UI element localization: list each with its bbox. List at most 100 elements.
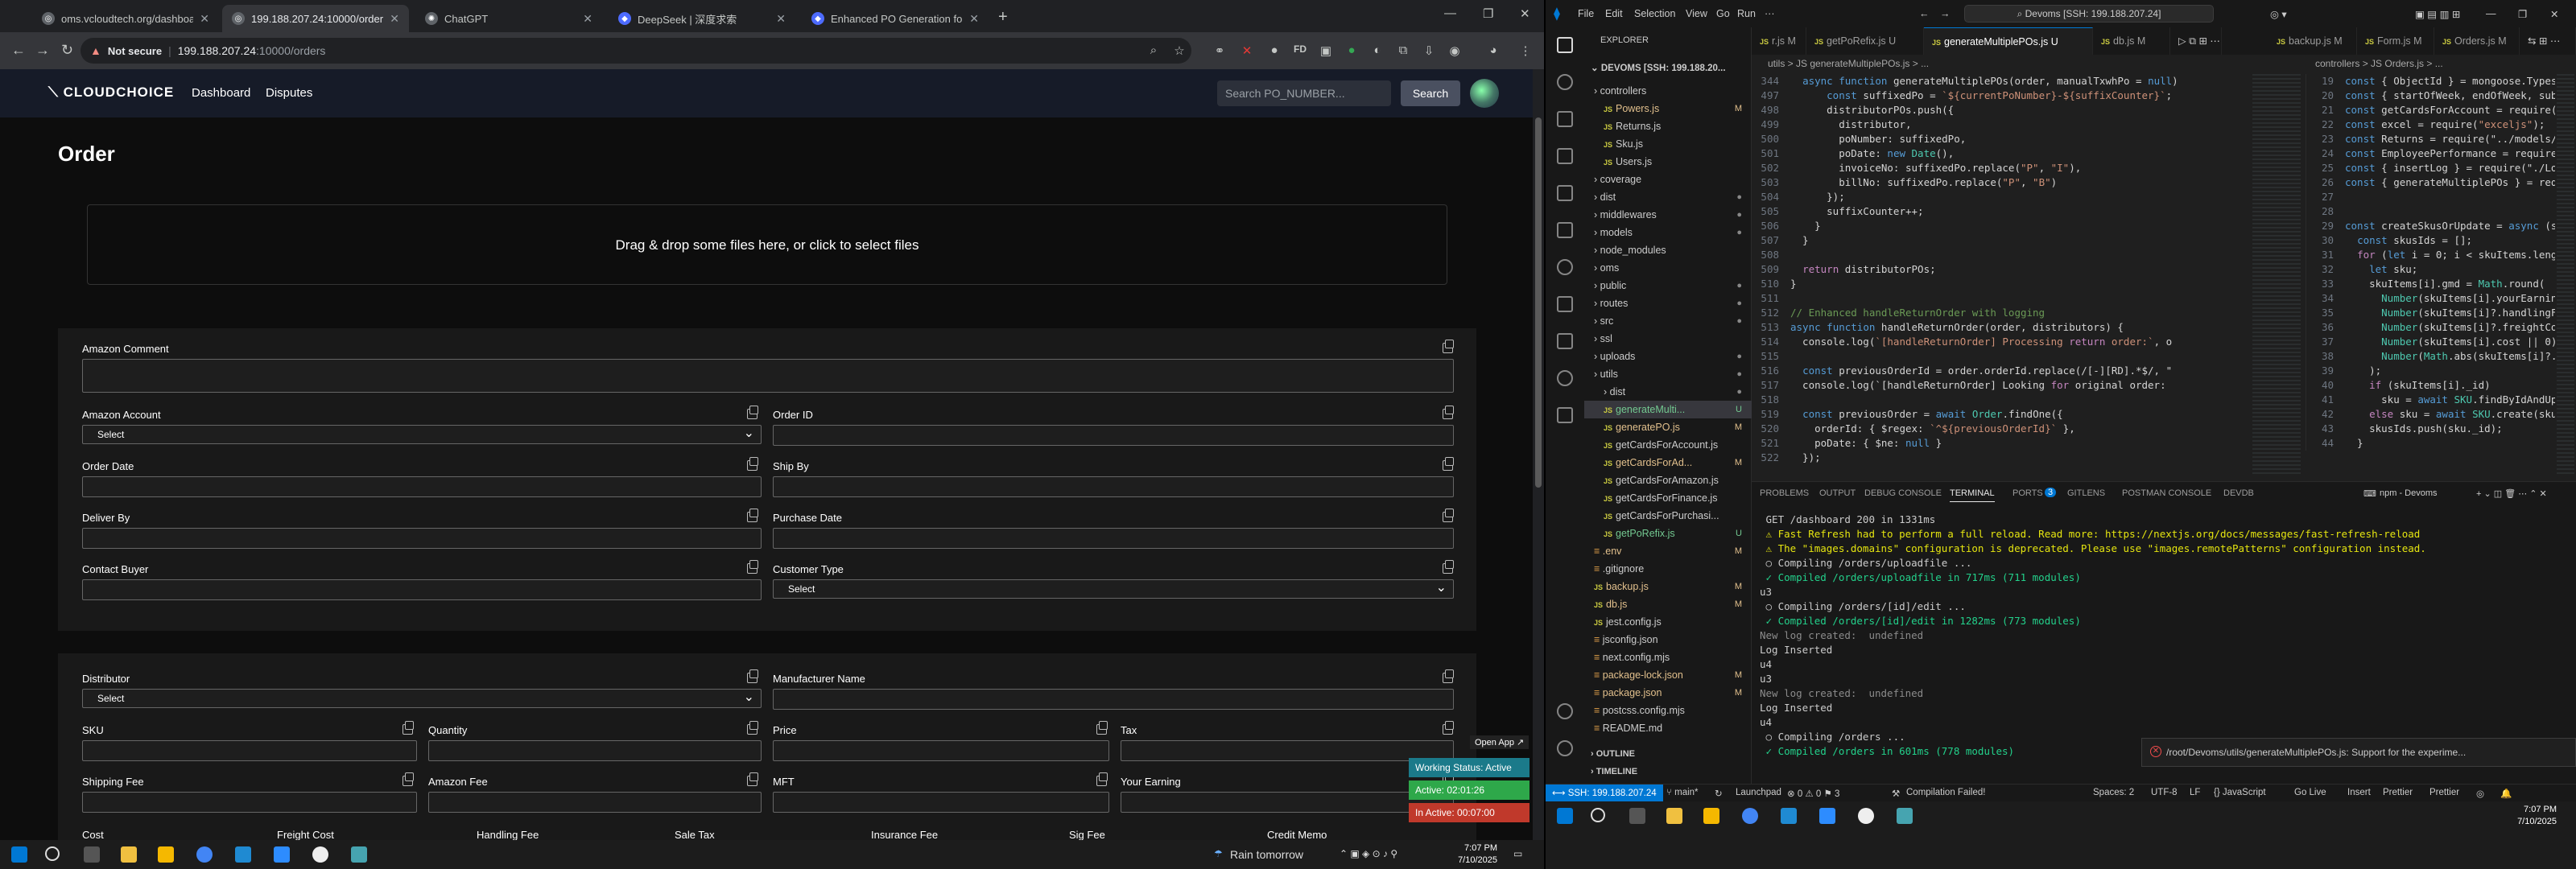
copy-icon[interactable] [1096,772,1108,786]
tree-file[interactable]: ≡ package.json M [1584,684,1752,702]
launchpad-status[interactable]: Launchpad [1736,788,1781,797]
close-tab-icon[interactable]: ✕ [583,12,592,26]
zoom-app-icon[interactable] [1819,808,1835,824]
editor-actions[interactable]: ▷ ⧉ ⊞ ⋯ [2170,27,2222,55]
go-live-status[interactable]: Go Live [2294,788,2326,797]
tree-folder[interactable]: › models ● [1584,224,1752,241]
zoom-icon[interactable]: ⌕ [1146,43,1161,58]
tax-input[interactable] [1121,740,1454,761]
quantity-input[interactable] [428,740,762,761]
copy-icon[interactable] [747,406,758,419]
editor-actions[interactable]: ⇆ ⊞ ⋯ [2520,27,2576,55]
minimap-left[interactable] [2252,74,2301,476]
tree-file[interactable]: ≡ .env M [1584,542,1752,560]
copy-icon[interactable] [1443,669,1454,683]
editor-tab[interactable]: JS Orders.js M [2434,27,2520,55]
menu-view[interactable]: View [1686,8,1707,19]
deliver-by-input[interactable] [82,528,762,549]
extensions-icon[interactable] [1557,185,1573,201]
editor-tab-active[interactable]: JS generateMultiplePOs.js U [1924,27,2093,55]
amazon-account-select[interactable]: Select [82,425,762,444]
copy-icon[interactable] [747,509,758,522]
error-notification[interactable]: ✕ /root/Devoms/utils/generateMultiplePOs… [2141,738,2576,767]
distributor-select[interactable]: Select [82,689,762,708]
editor-tab[interactable]: JS backup.js M [2268,27,2357,55]
customer-type-select[interactable]: Select [773,579,1454,599]
file-explorer-icon[interactable] [121,846,137,863]
ship-by-input[interactable] [773,476,1454,497]
editor-tab[interactable]: JS r.js M [1752,27,1806,55]
prettier-status[interactable]: Prettier [2383,788,2413,797]
close-window-icon[interactable]: ✕ [1520,6,1530,21]
explorer-icon[interactable] [1557,37,1573,53]
panel-tab-gitlens[interactable]: GITLENS [2067,488,2105,498]
prettier-status[interactable]: Prettier [2429,788,2459,797]
chrome-menu-icon[interactable]: ⋮ [1518,43,1533,58]
tree-file[interactable]: ≡ postcss.config.mjs [1584,702,1752,719]
tree-file[interactable]: JS Returns.js [1584,117,1752,135]
browser-tab-enhanced-po[interactable]: ◆ Enhanced PO Generation for M ✕ [802,5,989,32]
minimize-icon[interactable]: — [2486,8,2496,19]
browser-tab-orders[interactable]: ◎ 199.188.207.24:10000/orders ✕ [222,5,409,32]
windows-start-icon[interactable] [1557,808,1573,824]
taskbar-time[interactable]: 7:07 PM [1433,843,1497,853]
gitlens-icon[interactable] [1557,259,1573,275]
search-icon[interactable] [1591,808,1605,822]
panel-tab-postman-console[interactable]: POSTMAN CONSOLE [2122,488,2211,498]
breadcrumb-left[interactable]: utils > JS generateMultiplePOs.js > ... [1768,58,1929,69]
zoom-app-icon[interactable] [274,846,290,863]
downloads-icon[interactable]: ⇩ [1422,43,1436,58]
tree-file[interactable]: ≡ package-lock.json M [1584,666,1752,684]
sku-input[interactable] [82,740,417,761]
tree-folder[interactable]: › node_modules [1584,241,1752,259]
menu-file[interactable]: File [1578,8,1594,19]
copy-icon[interactable] [1443,721,1454,735]
editor-tab[interactable]: JS Form.js M [2357,27,2434,55]
source-control-icon[interactable] [1557,111,1573,127]
panel-tab-debug-console[interactable]: DEBUG CONSOLE [1864,488,1942,498]
file-explorer-icon[interactable] [1666,808,1682,824]
scrollbar-thumb[interactable] [1535,117,1542,488]
tree-file[interactable]: JS getCardsForFinance.js [1584,489,1752,507]
extensions-puzzle-icon[interactable]: ⧉ [1396,43,1410,58]
contact-buyer-input[interactable] [82,579,762,600]
copy-icon[interactable] [402,772,414,786]
address-bar[interactable]: ▲ Not secure | 199.188.207.24 :10000/ord… [80,38,1191,64]
task-view-icon[interactable] [1629,808,1645,824]
app-icon[interactable] [1897,808,1913,824]
windows-start-icon[interactable] [11,846,27,863]
explorer-root[interactable]: ⌄ DEVOMS [SSH: 199.188.20... [1584,60,1752,77]
tree-file[interactable]: ≡ .gitignore [1584,560,1752,578]
tree-folder[interactable]: › utils ● [1584,365,1752,383]
command-center[interactable]: ⌕ Devoms [SSH: 199.188.207.24] [1964,5,2214,23]
code-editor-left[interactable]: 344 async function generateMultiplePOs(o… [1752,74,2251,465]
bookmark-star-icon[interactable]: ☆ [1172,43,1187,58]
profile-icon[interactable]: ◉ [1447,43,1462,58]
taskbar-date[interactable]: 7/10/2025 [1433,855,1497,865]
encoding-status[interactable]: UTF-8 [2151,788,2178,797]
order-date-input[interactable] [82,476,762,497]
remote-indicator[interactable]: ⟷ SSH: 199.188.207.24 [1546,785,1663,802]
tree-folder[interactable]: › routes ● [1584,294,1752,312]
search-icon[interactable] [1557,74,1573,90]
tree-folder[interactable]: › dist ● [1584,383,1752,401]
purchase-date-input[interactable] [773,528,1454,549]
copy-icon[interactable] [747,560,758,574]
extension-icon[interactable]: ● [1344,43,1359,58]
copy-icon[interactable] [1443,340,1454,353]
menu-go[interactable]: Go [1716,8,1730,19]
file-dropzone[interactable]: Drag & drop some files here, or click to… [87,204,1447,285]
editor-tab[interactable]: JS db.js M [2093,27,2170,55]
minimize-icon[interactable]: — [1444,6,1456,20]
tree-folder[interactable]: › src ● [1584,312,1752,330]
app-icon[interactable] [351,846,367,863]
manage-gear-icon[interactable] [1557,740,1573,756]
user-avatar[interactable] [1470,79,1499,108]
tree-folder[interactable]: › controllers [1584,82,1752,100]
nav-dashboard[interactable]: Dashboard [192,86,250,100]
browser-tab-dashboard[interactable]: ◎ oms.vcloudtech.org/dashboard ✕ [32,5,219,32]
tree-file[interactable]: JS getPoRefix.js U [1584,525,1752,542]
notification-icon[interactable]: ▭ [1513,848,1522,859]
vscode-icon[interactable] [1781,808,1797,824]
close-tab-icon[interactable]: ✕ [969,12,979,26]
